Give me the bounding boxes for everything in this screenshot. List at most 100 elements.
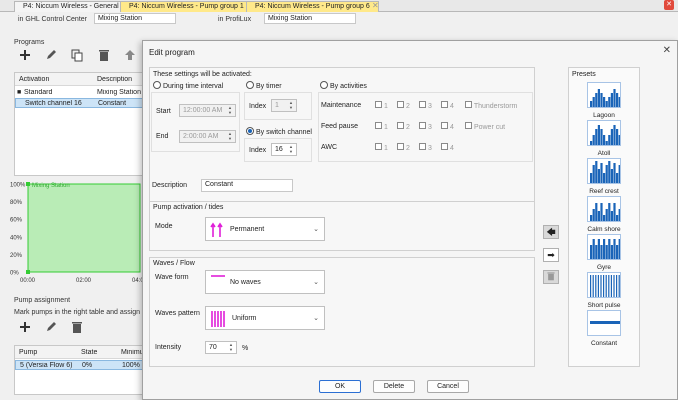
column-header-description: Description <box>97 76 133 83</box>
radio-by-timer[interactable]: By timer <box>246 81 282 91</box>
checkbox-icon <box>419 143 426 150</box>
activation-group-title: These settings will be activated: <box>153 71 252 78</box>
tab-label: P4: Niccum Wireless - General <box>23 3 119 10</box>
column-header-minimum: Minimu <box>121 349 144 356</box>
start-time-spinner[interactable]: 12:00:00 AM ▲ ▼ <box>179 104 236 117</box>
table-row[interactable]: Switch channel 16 Constant <box>15 98 143 108</box>
preset-atoll[interactable]: Atoll <box>574 120 634 157</box>
preset-thumbnail-icon <box>587 82 621 108</box>
tab-bar: P4: Niccum Wireless - General P4: Niccum… <box>0 0 678 12</box>
table-row[interactable]: 5 (Versia Flow 6) 0% 100% <box>15 360 143 370</box>
activity-label: Feed pause <box>321 123 358 130</box>
preset-thumbnail-icon <box>587 234 621 260</box>
preset-lagoon[interactable]: Lagoon <box>574 82 634 119</box>
activity-checkbox[interactable]: 1 <box>375 143 388 152</box>
preset-bar <box>618 209 621 221</box>
checkbox-label: 2 <box>404 124 410 131</box>
tab-label: P4: Niccum Wireless - Pump group 6 <box>255 3 370 10</box>
ghl-name-field[interactable]: Mixing Station <box>94 13 176 24</box>
activity-checkbox[interactable]: 2 <box>397 143 410 152</box>
preset-label: Constant <box>590 340 618 347</box>
activity-checkbox[interactable]: 4 <box>441 101 454 110</box>
activity-extra-checkbox[interactable]: Thunderstorm <box>465 101 517 110</box>
tab-general[interactable]: P4: Niccum Wireless - General <box>14 1 128 12</box>
edit-program-button[interactable] <box>43 48 59 64</box>
data-point <box>26 182 30 186</box>
spinner-arrows-icon[interactable]: ▲ ▼ <box>287 100 295 110</box>
copy-program-button[interactable] <box>69 48 85 64</box>
activity-checkbox[interactable]: 3 <box>419 101 432 110</box>
cancel-button[interactable]: Cancel <box>427 380 469 393</box>
mode-select[interactable]: Permanent ⌄ <box>205 217 325 241</box>
waveform-select[interactable]: No waves ⌄ <box>205 270 325 294</box>
delete-pump-button[interactable] <box>69 320 85 336</box>
tab-pump-group-1[interactable]: P4: Niccum Wireless - Pump group 1 <box>120 1 253 12</box>
profilux-name-field[interactable]: Mixing Station <box>264 13 356 24</box>
switch-box: Index 16 ▲ ▼ <box>244 138 312 162</box>
preset-bar <box>590 173 593 183</box>
radio-by-activities[interactable]: By activities <box>320 81 367 91</box>
preset-short-pulse[interactable]: Short pulse <box>574 272 634 309</box>
preset-reef-crest[interactable]: Reef crest <box>574 158 634 195</box>
activity-checkbox[interactable]: 3 <box>419 143 432 152</box>
spinner-arrows-icon[interactable]: ▲ ▼ <box>226 105 234 115</box>
arrow-right-icon[interactable]: ➡ <box>543 248 559 262</box>
activity-checkbox[interactable]: 4 <box>441 143 454 152</box>
move-up-button[interactable] <box>122 48 138 64</box>
table-row[interactable]: ■ Standard Mixing Station <box>15 88 143 97</box>
preset-bar <box>603 239 606 259</box>
mode-value: Permanent <box>230 226 265 233</box>
activity-checkbox[interactable]: 4 <box>441 122 454 131</box>
timer-index-spinner[interactable]: 1 ▲ ▼ <box>271 99 297 112</box>
delete-button[interactable]: Delete <box>373 380 415 393</box>
switch-index-spinner[interactable]: 16 ▲ ▼ <box>271 143 297 156</box>
intensity-spinner[interactable]: 70 ▲ ▼ <box>205 341 237 354</box>
checkbox-label: 1 <box>382 103 388 110</box>
preset-bar <box>616 129 619 145</box>
activity-checkbox[interactable]: 2 <box>397 101 410 110</box>
timer-index-label: Index <box>249 103 267 110</box>
preset-label: Calm shore <box>587 226 621 233</box>
delete-program-button[interactable] <box>96 48 112 64</box>
edit-pump-button[interactable] <box>43 320 59 336</box>
spinner-arrows-icon[interactable]: ▲ ▼ <box>226 131 234 141</box>
add-pump-button[interactable] <box>17 320 33 336</box>
close-icon[interactable]: ✕ <box>663 45 671 56</box>
preset-bar <box>597 169 600 183</box>
tab-pump-group-6[interactable]: P4: Niccum Wireless - Pump group 6 <box>246 1 379 12</box>
wavepattern-select[interactable]: Uniform ⌄ <box>205 306 325 330</box>
preset-bar <box>600 93 603 107</box>
timer-index-value: 1 <box>275 102 279 109</box>
spinner-arrows-icon[interactable]: ▲ ▼ <box>287 144 295 154</box>
radio-during-time-interval[interactable]: During time interval <box>153 81 223 91</box>
preset-calm-shore[interactable]: Calm shore <box>574 196 634 233</box>
activity-checkbox[interactable]: 2 <box>397 122 410 131</box>
preset-gyre[interactable]: Gyre <box>574 234 634 271</box>
series-area <box>27 183 141 273</box>
description-input[interactable]: Constant <box>201 179 293 192</box>
activity-checkbox[interactable]: 1 <box>375 122 388 131</box>
close-icon[interactable]: ✕ <box>664 0 674 10</box>
programs-title: Programs <box>14 39 45 46</box>
radio-by-switch-channel[interactable]: By switch channel <box>246 127 312 137</box>
spinner-arrows-icon[interactable]: ▲ ▼ <box>227 342 235 352</box>
y-tick-label: 40% <box>10 235 23 241</box>
activity-checkbox[interactable]: 1 <box>375 101 388 110</box>
activity-checkbox[interactable]: 3 <box>419 122 432 131</box>
column-header-pump: Pump <box>19 349 38 356</box>
add-program-button[interactable] <box>17 48 33 64</box>
column-header-state: State <box>81 349 98 356</box>
end-time-spinner[interactable]: 2:00:00 AM ▲ ▼ <box>179 130 236 143</box>
end-label: End <box>156 133 169 140</box>
tab-close-icon[interactable]: ✕ <box>372 1 379 10</box>
arrow-left-icon[interactable]: 🡄 <box>543 225 559 239</box>
preset-bar <box>590 101 593 107</box>
ok-button[interactable]: OK <box>319 380 361 393</box>
preset-bar <box>597 125 600 145</box>
activity-label: Maintenance <box>321 102 362 109</box>
delete-preset-button[interactable] <box>543 270 559 284</box>
activity-extra-checkbox[interactable]: Power cut <box>465 122 505 131</box>
preset-constant[interactable]: Constant <box>574 310 634 347</box>
switch-index-label: Index <box>249 147 267 154</box>
checkbox-icon <box>397 101 404 108</box>
